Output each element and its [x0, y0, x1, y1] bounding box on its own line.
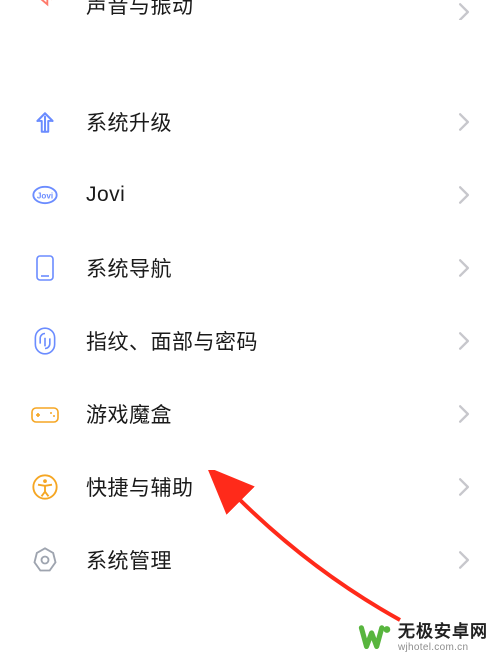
chevron-right-icon	[456, 552, 472, 568]
setting-item-system-upgrade[interactable]: 系统升级	[0, 85, 500, 158]
arrow-up-icon	[30, 107, 60, 137]
watermark-title: 无极安卓网	[398, 623, 488, 642]
chevron-right-icon	[456, 187, 472, 203]
setting-item-accessibility[interactable]: 快捷与辅助	[0, 450, 500, 523]
accessibility-icon	[30, 472, 60, 502]
setting-item-jovi[interactable]: Jovi Jovi	[0, 158, 500, 231]
fingerprint-icon	[30, 326, 60, 356]
gamepad-icon	[30, 399, 60, 429]
sound-icon	[30, 0, 60, 10]
setting-item-sound[interactable]: 声音与振动	[0, 0, 500, 20]
chevron-right-icon	[456, 479, 472, 495]
setting-label: Jovi	[86, 183, 456, 207]
settings-list: 声音与振动 系统升级 Jovi Jovi	[0, 0, 500, 596]
setting-item-game-box[interactable]: 游戏魔盒	[0, 377, 500, 450]
gear-icon	[30, 545, 60, 575]
watermark: 无极安卓网 wjhotel.com.cn	[358, 621, 488, 655]
setting-label: 声音与振动	[86, 0, 456, 20]
setting-label: 系统导航	[86, 253, 456, 283]
setting-item-biometrics[interactable]: 指纹、面部与密码	[0, 304, 500, 377]
setting-label: 快捷与辅助	[86, 472, 456, 502]
watermark-logo-icon	[358, 621, 392, 655]
setting-label: 游戏魔盒	[86, 399, 456, 429]
setting-label: 系统升级	[86, 107, 456, 137]
watermark-subtitle: wjhotel.com.cn	[398, 642, 488, 653]
chevron-right-icon	[456, 4, 472, 20]
setting-label: 系统管理	[86, 545, 456, 575]
chevron-right-icon	[456, 406, 472, 422]
jovi-icon: Jovi	[30, 180, 60, 210]
setting-label: 指纹、面部与密码	[86, 326, 456, 356]
svg-text:Jovi: Jovi	[37, 191, 53, 200]
chevron-right-icon	[456, 260, 472, 276]
phone-nav-icon	[30, 253, 60, 283]
setting-item-system-navigation[interactable]: 系统导航	[0, 231, 500, 304]
section-gap	[0, 20, 500, 85]
chevron-right-icon	[456, 114, 472, 130]
setting-item-system-management[interactable]: 系统管理	[0, 523, 500, 596]
chevron-right-icon	[456, 333, 472, 349]
